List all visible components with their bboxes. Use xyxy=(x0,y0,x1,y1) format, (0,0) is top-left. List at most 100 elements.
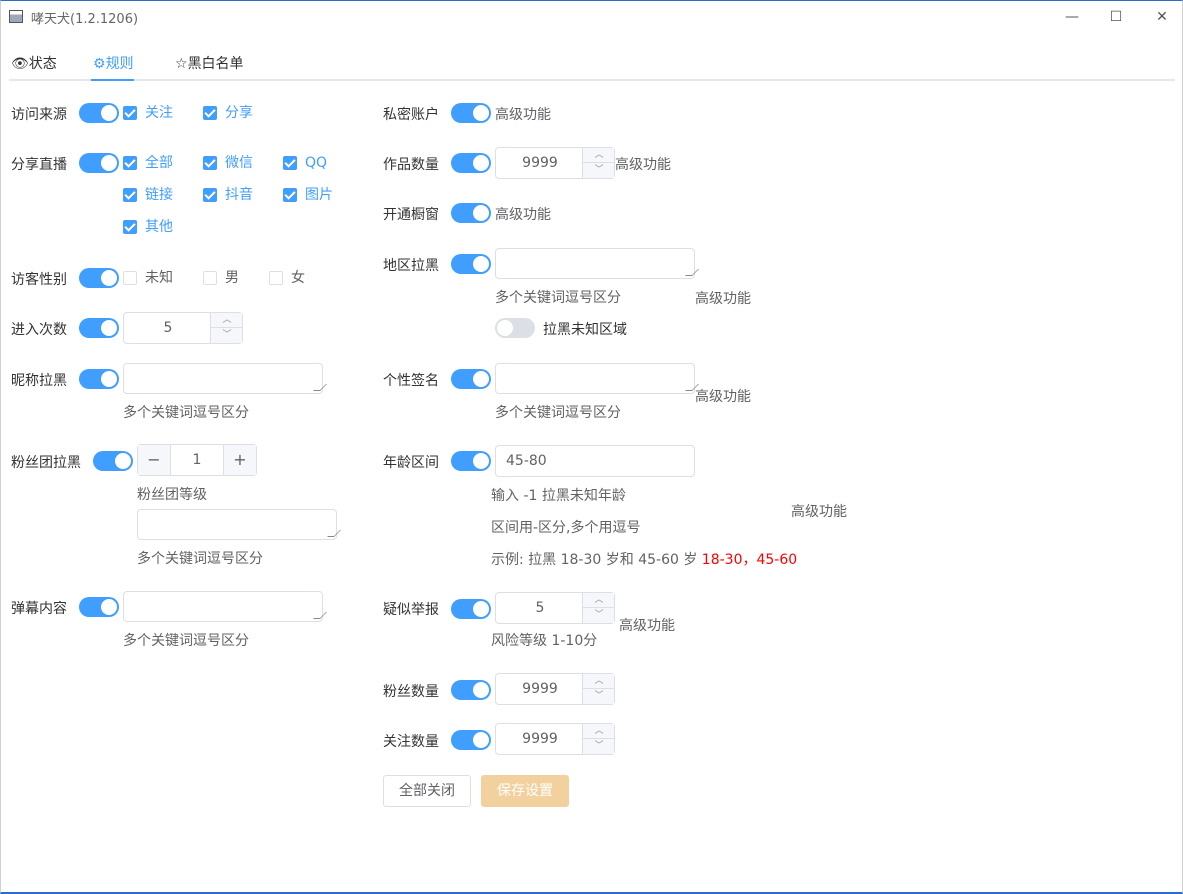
maximize-button[interactable]: ☐ xyxy=(1101,5,1131,29)
increase-arrow-icon[interactable]: ︿ xyxy=(583,593,615,608)
follow-count-switch[interactable] xyxy=(451,730,491,750)
app-icon xyxy=(9,10,23,23)
gender-switch[interactable] xyxy=(79,268,119,288)
eye-icon: 👁 xyxy=(11,56,29,72)
star-icon: ☆ xyxy=(175,56,188,72)
title-bar: 哮天犬(1.2.1206) — ☐ ✕ xyxy=(1,1,1182,33)
share-live-switch[interactable] xyxy=(79,153,119,173)
tab-rules[interactable]: ⚙规则 xyxy=(93,53,134,81)
follow-count-number-input[interactable]: 9999 ︿ ﹀ xyxy=(495,723,615,755)
decrease-arrow-icon[interactable]: ﹀ xyxy=(211,328,243,343)
region-unknown-switch[interactable] xyxy=(495,318,535,338)
fans-club-label: 粉丝团拉黑 xyxy=(11,455,81,471)
share-wechat-checkbox[interactable]: 微信 xyxy=(203,155,253,171)
close-button[interactable]: ✕ xyxy=(1147,5,1177,29)
shop-advanced: 高级功能 xyxy=(495,207,551,223)
share-qq-checkbox[interactable]: QQ xyxy=(283,155,327,171)
minimize-button[interactable]: — xyxy=(1057,5,1087,29)
report-advanced: 高级功能 xyxy=(619,618,675,634)
share-image-checkbox[interactable]: 图片 xyxy=(283,187,333,203)
signature-switch[interactable] xyxy=(451,369,491,389)
visits-switch[interactable] xyxy=(79,318,119,338)
works-advanced: 高级功能 xyxy=(615,157,671,173)
fans-count-number-input[interactable]: 9999 ︿ ﹀ xyxy=(495,673,615,705)
active-tab-indicator xyxy=(91,79,134,81)
report-switch[interactable] xyxy=(451,599,491,619)
decrease-arrow-icon[interactable]: ﹀ xyxy=(583,608,615,623)
share-link-checkbox[interactable]: 链接 xyxy=(123,187,173,203)
shop-switch[interactable] xyxy=(451,203,491,223)
danmu-switch[interactable] xyxy=(79,597,119,617)
tab-blackwhite-list[interactable]: ☆黑白名单 xyxy=(175,53,244,81)
age-advanced: 高级功能 xyxy=(791,504,847,520)
age-hint-format: 区间用-区分,多个用逗号 xyxy=(491,520,641,536)
danmu-label: 弹幕内容 xyxy=(11,601,67,617)
region-label: 地区拉黑 xyxy=(383,258,439,274)
gender-unknown-checkbox[interactable]: 未知 xyxy=(123,270,173,286)
save-settings-button[interactable]: 保存设置 xyxy=(481,775,569,807)
age-range-input[interactable]: 45-80 xyxy=(495,445,695,477)
region-switch[interactable] xyxy=(451,254,491,274)
plus-button[interactable]: + xyxy=(223,445,256,475)
minus-button[interactable]: − xyxy=(138,445,171,475)
signature-textarea[interactable] xyxy=(495,363,695,394)
nickname-hint: 多个关键词逗号区分 xyxy=(123,405,249,421)
decrease-arrow-icon[interactable]: ﹀ xyxy=(583,739,615,754)
fans-club-level-hint: 粉丝团等级 xyxy=(137,487,207,503)
fans-club-hint: 多个关键词逗号区分 xyxy=(137,551,263,567)
report-label: 疑似举报 xyxy=(383,602,439,618)
gender-label: 访客性别 xyxy=(11,272,67,288)
visits-number-input[interactable]: 5 ︿ ﹀ xyxy=(123,312,243,344)
source-switch[interactable] xyxy=(79,103,119,123)
app-window: 哮天犬(1.2.1206) — ☐ ✕ 👁状态 ⚙规则 ☆黑白名单 访问来源 关… xyxy=(0,0,1183,894)
gear-icon: ⚙ xyxy=(93,56,106,72)
tab-bar: 👁状态 ⚙规则 ☆黑白名单 xyxy=(9,51,1175,81)
works-number-input[interactable]: 9999 ︿ ﹀ xyxy=(495,147,615,179)
share-live-label: 分享直播 xyxy=(11,157,67,173)
fans-club-textarea[interactable] xyxy=(137,509,337,540)
nickname-textarea[interactable] xyxy=(123,363,323,394)
fans-club-level-stepper[interactable]: − 1 + xyxy=(137,444,257,476)
source-follow-checkbox[interactable]: 关注 xyxy=(123,105,173,121)
region-unknown-label: 拉黑未知区域 xyxy=(543,322,627,338)
age-label: 年龄区间 xyxy=(383,455,439,471)
shop-label: 开通橱窗 xyxy=(383,207,439,223)
source-share-checkbox[interactable]: 分享 xyxy=(203,105,253,121)
danmu-hint: 多个关键词逗号区分 xyxy=(123,633,249,649)
private-advanced: 高级功能 xyxy=(495,107,551,123)
age-hint-unknown: 输入 -1 拉黑未知年龄 xyxy=(491,488,626,504)
window-title: 哮天犬(1.2.1206) xyxy=(31,12,139,27)
private-label: 私密账户 xyxy=(383,107,439,123)
report-number-input[interactable]: 5 ︿ ﹀ xyxy=(495,592,615,624)
report-hint: 风险等级 1-10分 xyxy=(491,633,598,649)
gender-female-checkbox[interactable]: 女 xyxy=(269,270,305,286)
fans-count-switch[interactable] xyxy=(451,680,491,700)
nickname-switch[interactable] xyxy=(79,369,119,389)
region-textarea[interactable] xyxy=(495,248,695,279)
increase-arrow-icon[interactable]: ︿ xyxy=(583,148,615,163)
signature-advanced: 高级功能 xyxy=(695,389,751,405)
works-switch[interactable] xyxy=(451,153,491,173)
region-advanced: 高级功能 xyxy=(695,291,751,307)
tab-status[interactable]: 👁状态 xyxy=(11,53,57,81)
visits-label: 进入次数 xyxy=(11,322,67,338)
close-all-button[interactable]: 全部关闭 xyxy=(383,775,471,807)
danmu-textarea[interactable] xyxy=(123,591,323,622)
gender-male-checkbox[interactable]: 男 xyxy=(203,270,239,286)
fans-club-switch[interactable] xyxy=(93,451,133,471)
signature-label: 个性签名 xyxy=(383,373,439,389)
increase-arrow-icon[interactable]: ︿ xyxy=(583,724,615,739)
decrease-arrow-icon[interactable]: ﹀ xyxy=(583,689,615,704)
signature-hint: 多个关键词逗号区分 xyxy=(495,405,621,421)
share-other-checkbox[interactable]: 其他 xyxy=(123,219,173,235)
age-switch[interactable] xyxy=(451,451,491,471)
decrease-arrow-icon[interactable]: ﹀ xyxy=(583,163,615,178)
share-all-checkbox[interactable]: 全部 xyxy=(123,155,173,171)
region-hint: 多个关键词逗号区分 xyxy=(495,290,621,306)
private-switch[interactable] xyxy=(451,103,491,123)
follow-count-label: 关注数量 xyxy=(383,734,439,750)
fans-count-label: 粉丝数量 xyxy=(383,684,439,700)
increase-arrow-icon[interactable]: ︿ xyxy=(211,313,243,328)
increase-arrow-icon[interactable]: ︿ xyxy=(583,674,615,689)
share-douyin-checkbox[interactable]: 抖音 xyxy=(203,187,253,203)
